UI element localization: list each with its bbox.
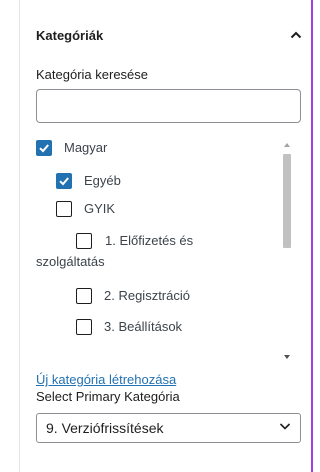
category-label-continued: szolgáltatás <box>36 254 105 269</box>
category-search-input[interactable] <box>36 89 301 123</box>
category-item-regisztracio[interactable]: 2. Regisztráció <box>76 286 190 306</box>
search-label: Kategória keresése <box>36 67 149 82</box>
tree-scrollbar[interactable] <box>282 137 292 359</box>
checkbox-checked[interactable] <box>56 173 72 189</box>
primary-category-label: Select Primary Kategória <box>36 389 180 404</box>
category-item-magyar[interactable]: Magyar <box>36 138 107 158</box>
scroll-up-arrow-icon[interactable] <box>282 137 292 147</box>
category-label: Egyéb <box>84 173 121 188</box>
category-label: Magyar <box>64 140 108 155</box>
panel-focus-border <box>311 0 313 472</box>
add-new-category-link[interactable]: Új kategória létrehozása <box>36 372 176 387</box>
checkbox-unchecked[interactable] <box>56 201 72 217</box>
chevron-up-icon[interactable] <box>290 29 302 41</box>
scrollbar-thumb[interactable] <box>283 154 291 248</box>
category-item-gyik[interactable]: GYIK <box>56 199 115 219</box>
checkbox-unchecked[interactable] <box>76 319 92 335</box>
category-tree: Magyar Egyéb GYIK 1. Előfizetés és szolg… <box>36 135 301 363</box>
checkbox-unchecked[interactable] <box>76 288 92 304</box>
checkbox-checked[interactable] <box>36 140 52 156</box>
chevron-down-icon <box>278 419 292 438</box>
category-item-beallitasok[interactable]: 3. Beállítások <box>76 317 182 337</box>
categories-panel: Kategóriák Kategória keresése Magyar Egy… <box>0 0 315 472</box>
category-label: 1. Előfizetés és <box>105 233 194 248</box>
primary-category-value: 9. Verziófrissítések <box>46 420 164 436</box>
scroll-down-arrow-icon[interactable] <box>282 349 292 359</box>
primary-category-select[interactable]: 9. Verziófrissítések <box>36 413 301 443</box>
panel-title: Kategóriák <box>36 27 104 43</box>
checkbox-unchecked[interactable] <box>76 233 92 249</box>
panel-left-border <box>19 0 20 472</box>
category-label: 2. Regisztráció <box>104 288 190 303</box>
panel-header[interactable]: Kategóriák <box>36 24 302 46</box>
category-label: GYIK <box>84 201 116 216</box>
category-item-egyeb[interactable]: Egyéb <box>56 171 121 191</box>
category-label: 3. Beállítások <box>104 319 183 334</box>
